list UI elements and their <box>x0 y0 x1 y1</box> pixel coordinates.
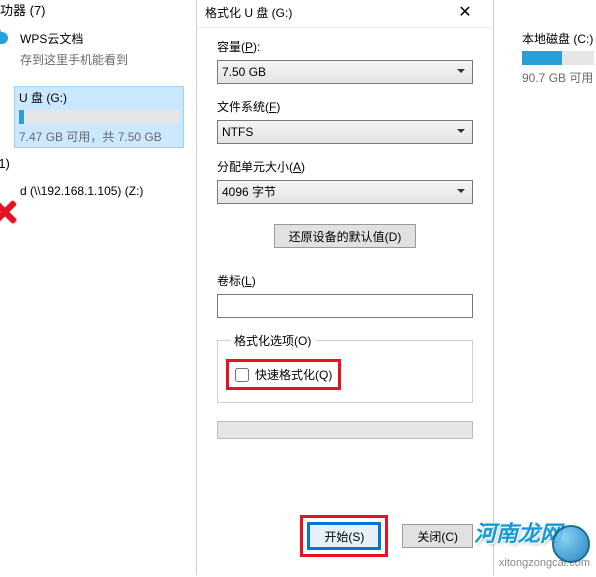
capacity-label: 容量(P): <box>217 38 473 55</box>
drive-subtitle: 存到这里手机能看到 <box>20 51 128 68</box>
restore-defaults-button[interactable]: 还原设备的默认值(D) <box>274 224 417 248</box>
drive-status: 7.47 GB 可用，共 7.50 GB <box>19 128 179 145</box>
progress-bar <box>217 421 473 439</box>
close-button[interactable]: 关闭(C) <box>402 524 473 548</box>
drive-title: 本地磁盘 (C:) <box>522 30 594 47</box>
quick-format-label: 快速格式化(Q) <box>255 366 332 383</box>
close-icon[interactable]: ✕ <box>445 5 485 21</box>
filesystem-select[interactable]: NTFS <box>217 120 473 144</box>
volume-label-input[interactable] <box>217 294 473 318</box>
start-button[interactable]: 开始(S) <box>309 524 379 548</box>
cloud-icon <box>0 32 8 47</box>
format-dialog: 格式化 U 盘 (G:) ✕ 容量(P): 7.50 GB 文件系统(F) NT… <box>196 0 494 575</box>
titlebar: 格式化 U 盘 (G:) ✕ <box>197 0 493 28</box>
drive-wps[interactable]: WPS云文档 存到这里手机能看到 <box>20 30 128 68</box>
capacity-select[interactable]: 7.50 GB <box>217 60 473 84</box>
drive-status: 90.7 GB 可用 <box>522 69 594 86</box>
drive-network[interactable]: d (\\192.168.1.105) (Z:) <box>20 184 143 202</box>
highlight-quick-format: 快速格式化(Q) <box>226 359 341 390</box>
network-section-header: (1) <box>0 156 10 171</box>
filesystem-field: 文件系统(F) NTFS <box>217 98 473 144</box>
capacity-bar <box>522 51 594 65</box>
devices-section-header: 功器 (7) <box>0 0 46 19</box>
format-options-legend: 格式化选项(O) <box>230 332 315 349</box>
quick-format-checkbox[interactable] <box>235 368 249 382</box>
drive-title: U 盘 (G:) <box>19 89 179 106</box>
highlight-start-button: 开始(S) <box>300 515 388 557</box>
allocation-select[interactable]: 4096 字节 <box>217 180 473 204</box>
drive-local-c[interactable]: 本地磁盘 (C:) 90.7 GB 可用 <box>522 30 594 86</box>
dialog-title: 格式化 U 盘 (G:) <box>205 4 445 21</box>
drive-usb[interactable]: U 盘 (G:) 7.47 GB 可用，共 7.50 GB <box>14 86 184 148</box>
filesystem-label: 文件系统(F) <box>217 98 473 115</box>
format-options-fieldset: 格式化选项(O) 快速格式化(Q) <box>217 332 473 403</box>
quick-format-row[interactable]: 快速格式化(Q) <box>235 366 332 383</box>
capacity-bar <box>19 110 179 124</box>
volume-label-label: 卷标(L) <box>217 272 473 289</box>
drive-title: WPS云文档 <box>20 30 128 47</box>
allocation-field: 分配单元大小(A) 4096 字节 <box>217 158 473 204</box>
volume-label-field: 卷标(L) <box>217 272 473 318</box>
error-x-icon <box>0 200 18 228</box>
capacity-field: 容量(P): 7.50 GB <box>217 38 473 84</box>
allocation-label: 分配单元大小(A) <box>217 158 473 175</box>
drive-title: d (\\192.168.1.105) (Z:) <box>20 184 143 198</box>
